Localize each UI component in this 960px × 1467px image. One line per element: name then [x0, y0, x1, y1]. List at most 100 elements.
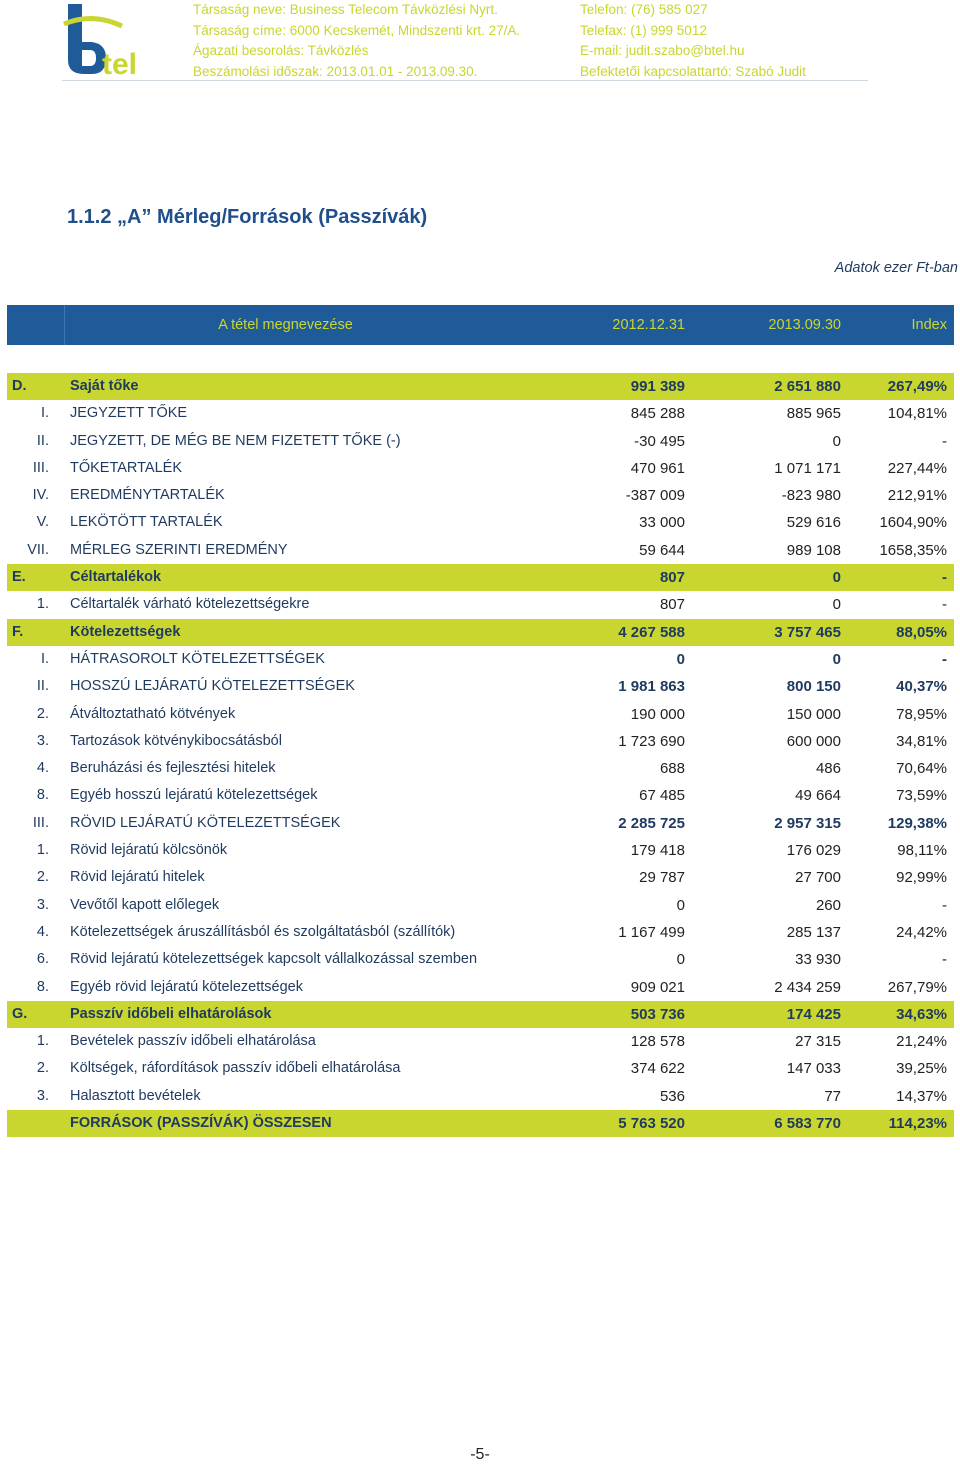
row-name: Bevételek passzív időbeli elhatárolása: [70, 1033, 316, 1050]
value-2013: 0: [832, 432, 841, 450]
value-index: 267,49%: [887, 378, 947, 395]
value-2012: 190 000: [630, 705, 685, 723]
row-name: Vevőtől kapott előlegek: [70, 896, 220, 913]
value-2012: 59 644: [639, 541, 685, 559]
value-index: 78,95%: [896, 705, 947, 723]
row-code: 8.: [36, 978, 49, 995]
value-index: 34,63%: [896, 1005, 947, 1023]
row-name: Rövid lejáratú hitelek: [70, 869, 205, 886]
value-index: 88,05%: [896, 623, 947, 641]
row-name: Céltartalék várható kötelezettségekre: [70, 596, 310, 613]
table-row: 4. Kötelezettségek áruszállításból és szo…: [7, 919, 954, 946]
value-2012: 33 000: [639, 514, 685, 532]
table-row: 8. Egyéb hosszú lejáratú kötelezettségek 6…: [7, 782, 954, 809]
value-2012: 5 763 520: [618, 1115, 685, 1133]
value-index: 267,79%: [887, 978, 947, 996]
row-name: Kötelezettségek áruszállításból és szolg…: [70, 923, 456, 940]
table-row: 1. Bevételek passzív időbeli elhatárolása…: [7, 1028, 954, 1055]
row-code: D.: [12, 378, 27, 394]
table-row: F. Kötelezettségek 4 267 588 3 757 465 88,05…: [7, 618, 954, 646]
value-2012: 179 418: [630, 842, 685, 860]
row-code: 3.: [36, 1087, 49, 1104]
table-row: V. LEKÖTÖTT TARTALÉK 33 000 529 616 1604,90%: [7, 509, 954, 536]
value-2013: 600 000: [786, 732, 841, 750]
header-divider: [62, 80, 868, 81]
value-index: 212,91%: [887, 487, 947, 505]
table-row: 3. Halasztott bevételek 536 77 14,37%: [7, 1083, 954, 1110]
row-name: Beruházási és fejlesztési hitelek: [70, 760, 276, 777]
row-code: 2.: [36, 705, 49, 722]
row-code: G.: [12, 1005, 28, 1022]
row-name: Kötelezettségek: [70, 623, 181, 640]
row-code: 4.: [36, 923, 49, 940]
column-header-index: Index: [911, 317, 947, 333]
table-row: 2. Rövid lejáratú hitelek 29 787 27 700 92,9…: [7, 864, 954, 891]
row-code: 1.: [36, 1033, 49, 1050]
value-2013: -823 980: [781, 487, 841, 505]
table-row: II. HOSSZÚ LEJÁRATÚ KÖTELEZETTSÉGEK 1 981 …: [7, 673, 954, 700]
row-code: II.: [36, 678, 49, 695]
table-body: D. Saját tőke 991 389 2 651 880 267,49% I. JEG…: [7, 373, 954, 1138]
value-2012: 991 389: [630, 378, 685, 395]
row-code: II.: [36, 432, 49, 449]
svg-text:tel: tel: [102, 48, 137, 78]
value-2012: -387 009: [625, 487, 685, 505]
value-2013: 260: [815, 896, 841, 914]
row-code: III.: [32, 814, 49, 831]
table-row: G. Passzív időbeli elhatárolások 503 736 17…: [7, 1000, 954, 1029]
value-index: -: [942, 432, 947, 450]
table-row: IV. EREDMÉNYTARTALÉK -387 009 -823 980 212,9…: [7, 482, 954, 509]
value-index: 227,44%: [887, 459, 947, 477]
value-index: 21,24%: [896, 1033, 947, 1051]
value-2013: 174 425: [786, 1005, 841, 1023]
row-name: EREDMÉNYTARTALÉK: [70, 487, 225, 504]
column-header-name: A tétel megnevezése: [218, 317, 353, 333]
value-2012: 4 267 588: [618, 623, 685, 641]
value-index: -: [942, 569, 947, 587]
row-name: Rövid lejáratú kölcsönök: [70, 842, 228, 859]
table-row: III. TŐKETARTALÉK 470 961 1 071 171 227,44%: [7, 455, 954, 482]
row-name: Egyéb rövid lejáratú kötelezettségek: [70, 978, 303, 995]
table-row: 2. Átváltoztatható kötvények 190 000 150 00…: [7, 701, 954, 728]
value-2012: 0: [676, 951, 685, 969]
value-index: 14,37%: [896, 1087, 947, 1105]
row-code: 8.: [36, 787, 49, 804]
value-2012: 128 578: [630, 1033, 685, 1051]
value-2013: 3 757 465: [774, 623, 841, 641]
value-2013: 0: [832, 650, 841, 668]
table-row: I. HÁTRASOROLT KÖTELEZETTSÉGEK 0 0 -: [7, 646, 954, 673]
value-index: -: [942, 896, 947, 914]
value-2013: 150 000: [786, 705, 841, 723]
row-code: 2.: [36, 869, 49, 886]
value-2013: 33 930: [795, 951, 841, 969]
value-index: 40,37%: [896, 678, 947, 696]
company-email: E-mail: judit.szabo@btel.hu: [580, 43, 745, 58]
row-name: Költségek, ráfordítások passzív időbeli …: [70, 1060, 401, 1077]
table-row: 1. Rövid lejáratú kölcsönök 179 418 176 029…: [7, 837, 954, 864]
table-row: 3. Vevőtől kapott előlegek 0 260 -: [7, 892, 954, 919]
row-name: TŐKETARTALÉK: [70, 459, 182, 476]
value-2012: 1 723 690: [618, 732, 685, 750]
table-row: 4. Beruházási és fejlesztési hitelek 688 48…: [7, 755, 954, 782]
row-name: FORRÁSOK (PASSZÍVÁK) ÖSSZESEN: [70, 1115, 332, 1132]
value-2012: 1 981 863: [618, 678, 685, 696]
value-2013: 529 616: [786, 514, 841, 532]
value-2012: 470 961: [630, 459, 685, 477]
table-row: D. Saját tőke 991 389 2 651 880 267,49%: [7, 373, 954, 401]
value-2013: 147 033: [786, 1060, 841, 1078]
row-code: 1.: [36, 596, 49, 613]
table-row: 1. Céltartalék várható kötelezettségekre 8…: [7, 591, 954, 618]
row-name: Tartozások kötvénykibocsátásból: [70, 732, 282, 749]
row-code: E.: [12, 569, 26, 586]
value-2012: 374 622: [630, 1060, 685, 1078]
table-row: II. JEGYZETT, DE MÉG BE NEM FIZETETT TŐKE…: [7, 428, 954, 455]
table-row: III. RÖVID LEJÁRATÚ KÖTELEZETTSÉGEK 2 285 …: [7, 810, 954, 837]
value-2012: 503 736: [630, 1005, 685, 1023]
row-code: IV.: [32, 487, 49, 504]
value-2012: 909 021: [630, 978, 685, 996]
row-code: 2.: [36, 1060, 49, 1077]
value-2013: 6 583 770: [774, 1115, 841, 1133]
value-2013: 49 664: [795, 787, 841, 805]
row-code: VII.: [27, 541, 49, 558]
value-index: -: [942, 951, 947, 969]
